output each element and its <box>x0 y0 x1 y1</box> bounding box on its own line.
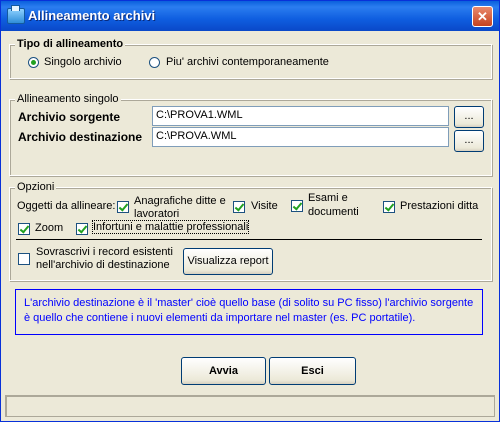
close-button[interactable]: ✕ <box>472 6 493 27</box>
anagrafiche-checkbox[interactable] <box>117 201 129 213</box>
opzioni-legend: Opzioni <box>15 181 57 193</box>
allineamento-singolo-legend: Allineamento singolo <box>15 93 121 105</box>
archivio-destinazione-input[interactable]: C:\PROVA.WML <box>152 127 449 147</box>
esami-checkbox[interactable] <box>291 200 303 212</box>
radio-singolo-label[interactable]: Singolo archivio <box>44 56 122 68</box>
archivio-destinazione-label: Archivio destinazione <box>18 130 143 144</box>
infortuni-label[interactable]: Infortuni e malattie professionali <box>91 220 250 234</box>
archivio-sorgente-label: Archivio sorgente <box>18 110 121 124</box>
archivio-sorgente-input[interactable]: C:\PROVA1.WML <box>152 106 449 126</box>
tipo-allineamento-legend: Tipo di allineamento <box>15 38 126 50</box>
radio-piu-label[interactable]: Piu' archivi contemporaneamente <box>166 56 329 68</box>
info-description: L'archivio destinazione è il 'master' ci… <box>15 289 483 335</box>
sovrascrivi-label-line1[interactable]: Sovrascrivi i record esistenti <box>36 246 173 258</box>
anagrafiche-label-line1[interactable]: Anagrafiche ditte e <box>134 195 226 207</box>
status-bar <box>5 395 495 417</box>
avvia-button[interactable]: Avvia <box>181 357 266 385</box>
esci-button[interactable]: Esci <box>269 357 356 385</box>
visualizza-report-button[interactable]: Visualizza report <box>183 248 273 275</box>
visite-checkbox[interactable] <box>233 201 245 213</box>
sovrascrivi-label-line2[interactable]: nell'archivio di destinazione <box>36 259 170 271</box>
browse-sorgente-button[interactable]: ... <box>454 106 484 128</box>
prestazioni-checkbox[interactable] <box>383 201 395 213</box>
opzioni-separator <box>16 239 482 240</box>
radio-singolo-archivio[interactable] <box>28 57 39 68</box>
oggetti-label: Oggetti da allineare: <box>17 200 116 212</box>
zoom-checkbox[interactable] <box>18 223 30 235</box>
title-bar[interactable]: Allineamento archivi ✕ <box>1 1 499 31</box>
browse-destinazione-button[interactable]: ... <box>454 130 484 152</box>
zoom-label[interactable]: Zoom <box>35 222 63 234</box>
visite-label[interactable]: Visite <box>251 200 278 212</box>
infortuni-checkbox[interactable] <box>76 223 88 235</box>
prestazioni-label[interactable]: Prestazioni ditta <box>400 200 478 212</box>
folder-icon <box>7 5 25 24</box>
dialog-window: Allineamento archivi ✕ Tipo di allineame… <box>0 0 500 422</box>
anagrafiche-label-line2[interactable]: lavoratori <box>134 208 179 220</box>
esami-label-line1[interactable]: Esami e <box>308 192 348 204</box>
window-title: Allineamento archivi <box>28 8 156 23</box>
radio-piu-archivi[interactable] <box>149 57 160 68</box>
sovrascrivi-checkbox[interactable] <box>18 253 30 265</box>
esami-label-line2[interactable]: documenti <box>308 206 359 218</box>
